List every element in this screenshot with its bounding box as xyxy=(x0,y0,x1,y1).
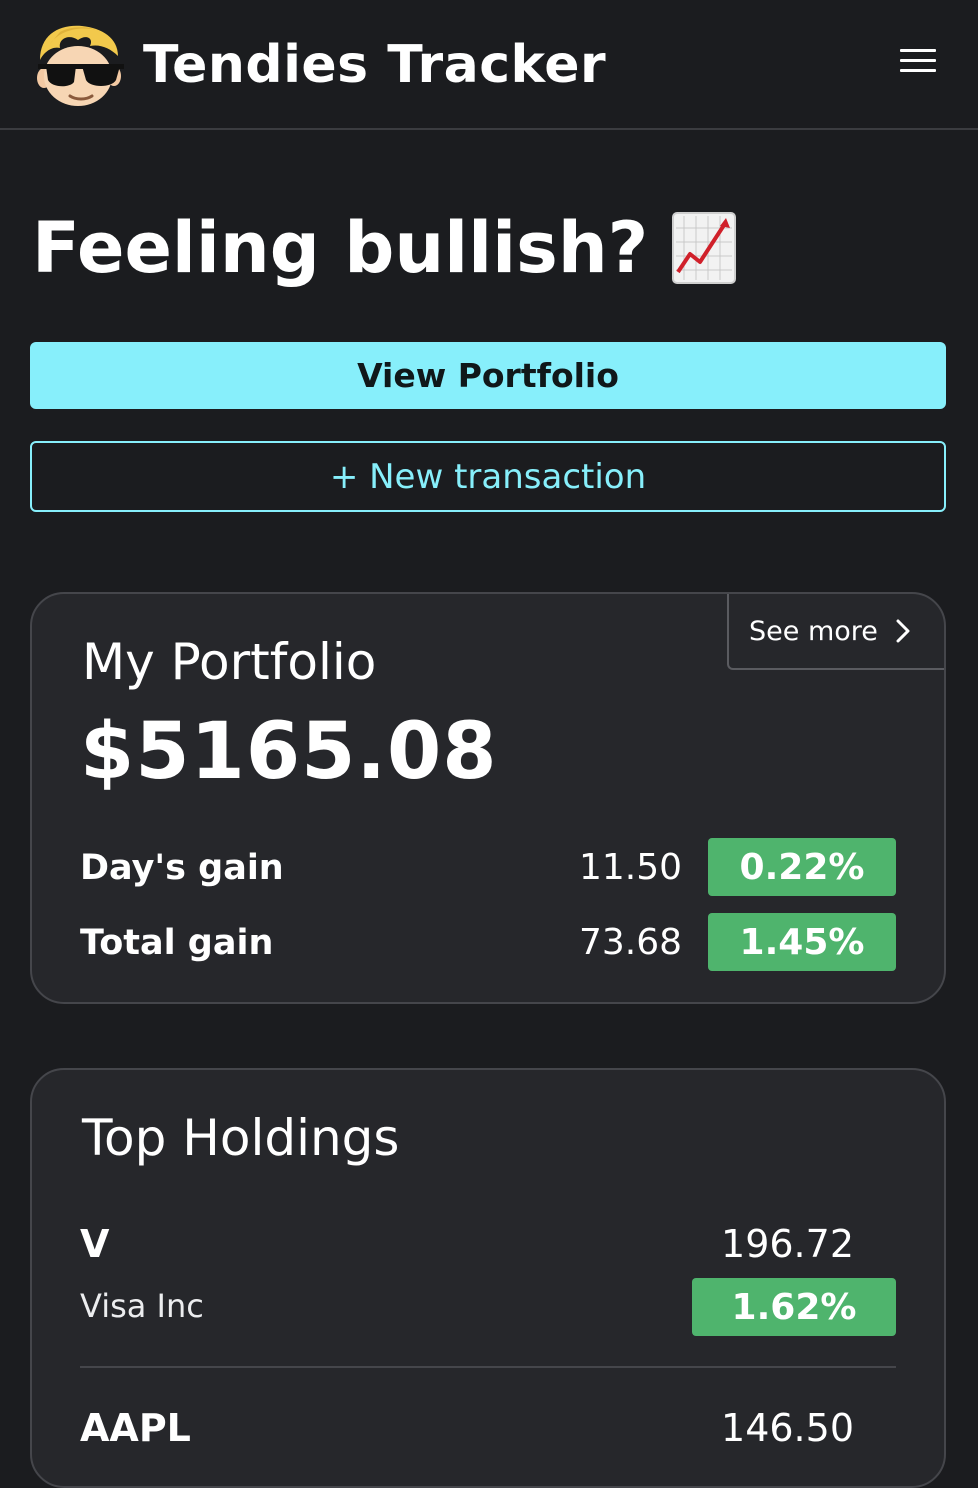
chart-increasing-icon xyxy=(672,212,737,284)
hero-heading: Feeling bullish? xyxy=(32,198,737,298)
portfolio-title: My Portfolio xyxy=(82,633,377,691)
days-gain-label: Day's gain xyxy=(80,848,284,888)
wsb-mascot-logo-icon[interactable] xyxy=(30,20,126,108)
holding-row[interactable]: V Visa Inc 196.72 1.62% xyxy=(80,1216,896,1368)
new-transaction-button[interactable]: + New transaction xyxy=(30,441,946,512)
holding-ticker: AAPL xyxy=(80,1406,191,1450)
holding-price: 146.50 xyxy=(721,1406,854,1450)
holding-company-name: Visa Inc xyxy=(80,1287,204,1325)
top-holdings-card: Top Holdings V Visa Inc 196.72 1.62% AAP… xyxy=(30,1068,946,1488)
see-more-label: See more xyxy=(749,615,878,647)
view-portfolio-button[interactable]: View Portfolio xyxy=(30,342,946,409)
holding-percent-badge: 1.62% xyxy=(692,1278,896,1336)
portfolio-card: See more My Portfolio $5165.08 Day's gai… xyxy=(30,592,946,1004)
top-holdings-title: Top Holdings xyxy=(82,1109,400,1167)
hero-text: Feeling bullish? xyxy=(32,207,649,289)
total-gain-row: Total gain 73.68 1.45% xyxy=(80,913,896,971)
total-gain-label: Total gain xyxy=(80,923,274,963)
hamburger-menu-icon[interactable] xyxy=(896,44,940,78)
holding-price: 196.72 xyxy=(721,1222,854,1266)
days-gain-percent-badge: 0.22% xyxy=(708,838,896,896)
app-bar: Tendies Tracker xyxy=(0,0,978,130)
app-title: Tendies Tracker xyxy=(143,35,607,95)
holding-row[interactable]: AAPL 146.50 xyxy=(80,1400,896,1486)
total-gain-percent-badge: 1.45% xyxy=(708,913,896,971)
days-gain-value: 11.50 xyxy=(578,847,682,888)
holding-ticker: V xyxy=(80,1222,110,1266)
days-gain-row: Day's gain 11.50 0.22% xyxy=(80,838,896,896)
total-gain-value: 73.68 xyxy=(578,922,682,963)
portfolio-total-value: $5165.08 xyxy=(80,707,498,797)
see-more-button[interactable]: See more xyxy=(727,594,944,670)
chevron-right-icon xyxy=(892,618,914,644)
